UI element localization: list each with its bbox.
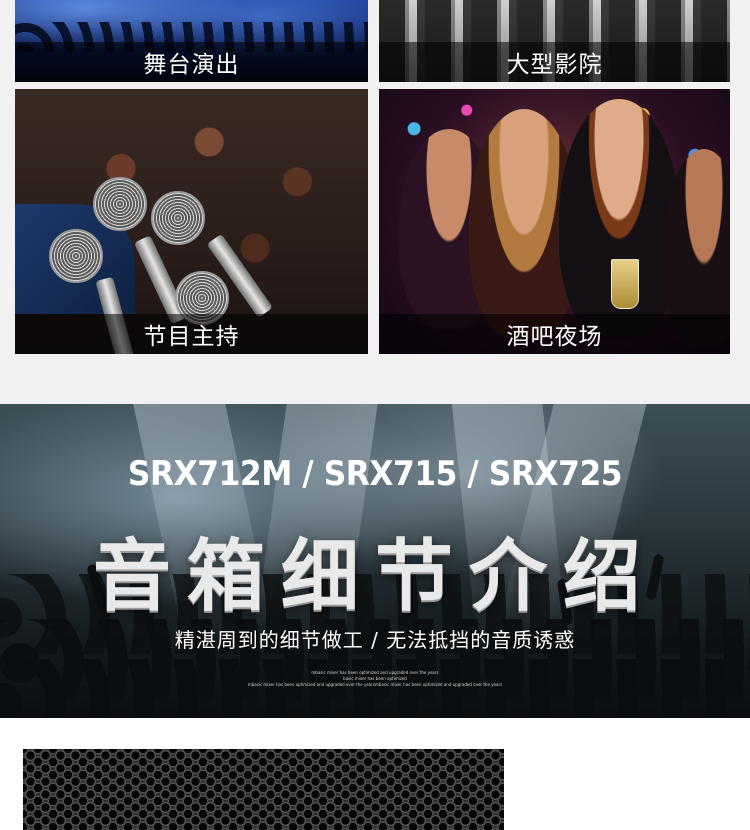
fine-print-line: mbasic mixer has been optimized and upgr… bbox=[247, 682, 503, 687]
model-numbers-title: SRX712M / SRX715 / SRX725 bbox=[127, 454, 623, 494]
tile-caption: 大型影院 bbox=[506, 52, 603, 78]
microphone-icon bbox=[49, 229, 103, 283]
fine-print-line: mbasic mixer has been optimized and upgr… bbox=[311, 670, 439, 675]
banner-subtitle: 精湛周到的细节做工 / 无法抵挡的音质诱惑 bbox=[174, 628, 576, 652]
tile-caption: 酒吧夜场 bbox=[506, 324, 603, 350]
crowd-silhouette bbox=[0, 659, 750, 718]
cinema-image: 大型影院 bbox=[379, 0, 730, 82]
caption-bar: 酒吧夜场 bbox=[379, 314, 730, 354]
caption-bar: 节目主持 bbox=[15, 314, 368, 354]
speaker-grille-image bbox=[23, 749, 504, 830]
tile-caption: 节目主持 bbox=[143, 324, 240, 350]
stage-performance-image: 舞台演出 bbox=[15, 0, 368, 82]
tile-caption: 舞台演出 bbox=[143, 52, 240, 78]
program-hosting-image: 节目主持 bbox=[15, 89, 368, 354]
banner-heading: 音箱细节介绍 bbox=[92, 532, 657, 622]
speaker-detail-banner: SRX712M / SRX715 / SRX725 音箱细节介绍 精湛周到的细节… bbox=[0, 404, 750, 718]
application-scenes-gallery: 舞台演出 大型影院 节目主持 酒吧夜场 bbox=[0, 0, 750, 404]
fine-print-line: basic mixer has been optimized bbox=[343, 676, 407, 681]
nightclub-image: 酒吧夜场 bbox=[379, 89, 730, 354]
caption-bar: 舞台演出 bbox=[15, 42, 368, 82]
champagne-glass bbox=[611, 259, 639, 309]
microphone-icon bbox=[151, 191, 205, 245]
caption-bar: 大型影院 bbox=[379, 42, 730, 82]
microphone-icon bbox=[93, 177, 147, 231]
